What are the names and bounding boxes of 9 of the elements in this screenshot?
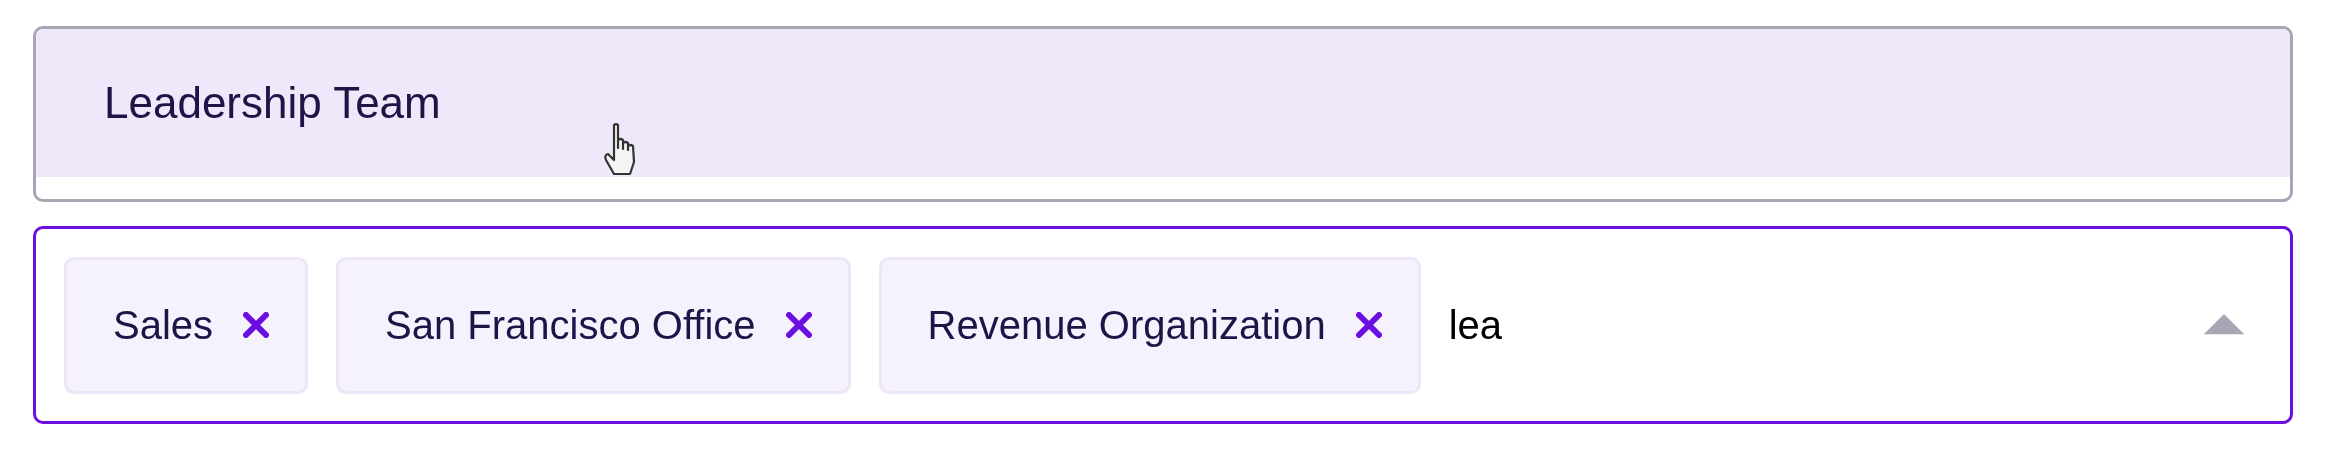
dropdown-option[interactable]: Leadership Team xyxy=(36,29,2290,177)
tag-label: San Francisco Office xyxy=(385,302,756,349)
search-input[interactable]: lea xyxy=(1448,295,2174,355)
remove-icon[interactable] xyxy=(243,312,270,338)
multi-select-field[interactable]: Sales San Francisco Office Revenue Organization lea xyxy=(33,226,2293,424)
tag-label: Revenue Organization xyxy=(927,302,1326,349)
tag-label: Sales xyxy=(113,302,214,349)
remove-icon[interactable] xyxy=(1355,312,1382,338)
remove-icon[interactable] xyxy=(785,312,812,338)
